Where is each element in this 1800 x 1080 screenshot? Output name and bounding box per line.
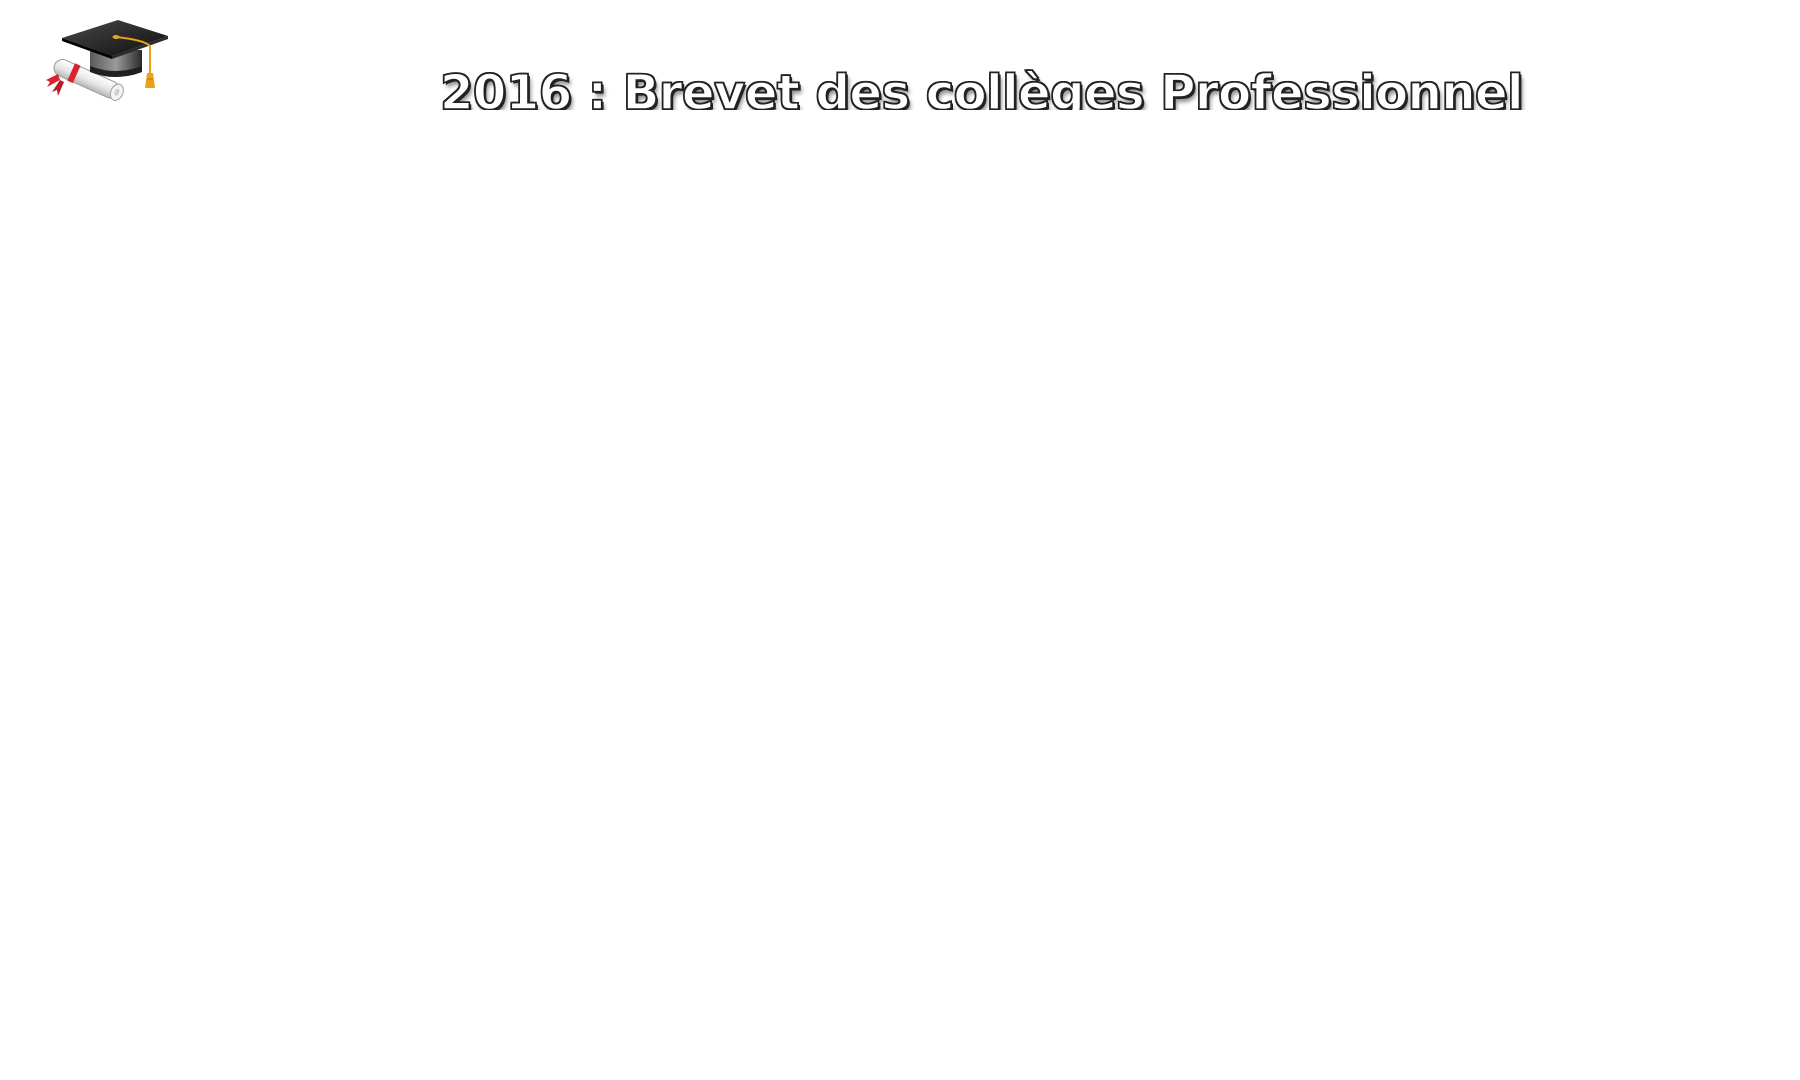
page-header: 2016 : Brevet des collèges Professionnel bbox=[0, 0, 1800, 122]
graduation-cap-diploma-icon bbox=[46, 16, 174, 102]
blank-content-area bbox=[0, 110, 1800, 1080]
